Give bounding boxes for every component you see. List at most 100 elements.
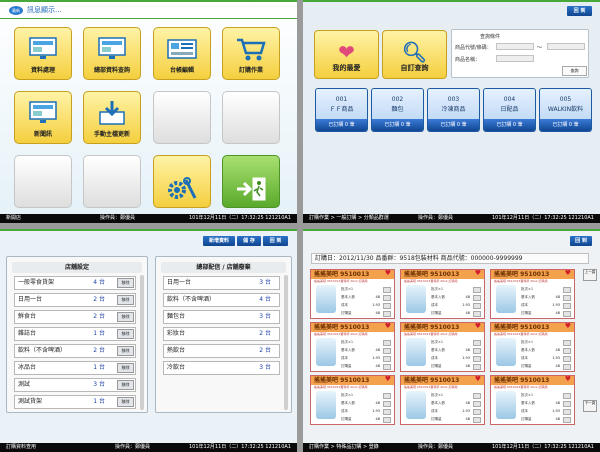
remove-button[interactable]: 移除 <box>117 295 134 305</box>
scrollbar[interactable] <box>284 275 288 410</box>
field-stepper-button[interactable] <box>563 401 571 407</box>
category-button-001[interactable]: 001 ＦＦ商品 已訂購 0 筆 <box>315 88 368 132</box>
back-button[interactable]: 回 到 <box>263 236 288 246</box>
field-stepper-button[interactable] <box>473 287 481 293</box>
field-stepper-button[interactable] <box>383 311 391 317</box>
remove-button[interactable]: 移除 <box>117 380 134 390</box>
field-stepper-button[interactable] <box>383 417 391 423</box>
save-button[interactable]: 儲 存 <box>237 236 261 246</box>
field-stepper-button[interactable] <box>383 401 391 407</box>
field-stepper-button[interactable] <box>563 409 571 415</box>
prev-page-button[interactable]: 上一頁 <box>583 269 597 281</box>
field-stepper-button[interactable] <box>563 348 571 354</box>
favorite-heart-icon[interactable]: ♥ <box>385 376 391 384</box>
next-page-button[interactable]: 下一頁 <box>583 400 597 412</box>
field-stepper-button[interactable] <box>383 340 391 346</box>
field-stepper-button[interactable] <box>473 393 481 399</box>
hq-shelf-row[interactable]: 彩妝台 2 台 <box>163 327 280 341</box>
hq-shelf-row[interactable]: 熱飲台 2 台 <box>163 344 280 358</box>
product-card[interactable]: 搖搖美吧 9510013 ♥ 搖搖美吧 9510013寶特杯 20oz 訂購用 批次×… <box>400 322 485 372</box>
field-stepper-button[interactable] <box>563 287 571 293</box>
field-stepper-button[interactable] <box>383 356 391 362</box>
hq-shelf-row[interactable]: 飲料（不含啤酒） 4 台 <box>163 293 280 307</box>
favorite-heart-icon[interactable]: ♥ <box>475 376 481 384</box>
shelf-row[interactable]: 一般零食貨架 4 台 移除 <box>14 276 136 290</box>
hq-shelf-row[interactable]: 日用一台 3 台 <box>163 276 280 290</box>
custom-search-button[interactable]: 🔍︎ 自訂查詢 <box>382 30 447 79</box>
shelf-row[interactable]: 飲料（不含啤酒） 2 台 移除 <box>14 344 136 358</box>
hq-shelf-row[interactable]: 麵包台 3 台 <box>163 310 280 324</box>
code-from-input[interactable] <box>496 43 534 50</box>
field-stepper-button[interactable] <box>473 417 481 423</box>
product-card[interactable]: 搖搖美吧 9510013 ♥ 搖搖美吧 9510013寶特杯 20oz 訂購用 批次×… <box>310 375 395 425</box>
query-search-button[interactable]: 查詢 <box>562 66 587 76</box>
field-stepper-button[interactable] <box>473 311 481 317</box>
menu-tile-monitor[interactable]: 資料處理 <box>14 27 72 80</box>
product-card[interactable]: 搖搖美吧 9510013 ♥ 搖搖美吧 9510013寶特杯 20oz 訂購用 批次×… <box>310 322 395 372</box>
category-button-003[interactable]: 003 冷凍商品 已訂購 0 筆 <box>427 88 480 132</box>
menu-tile-monitor[interactable]: 總部資料查詢 <box>83 27 141 80</box>
remove-button[interactable]: 移除 <box>117 397 134 407</box>
category-button-002[interactable]: 002 麵包 已訂購 0 筆 <box>371 88 424 132</box>
field-stepper-button[interactable] <box>383 287 391 293</box>
field-stepper-button[interactable] <box>473 401 481 407</box>
product-card[interactable]: 搖搖美吧 9510013 ♥ 搖搖美吧 9510013寶特杯 20oz 訂購用 批次×… <box>400 269 485 319</box>
favorite-heart-icon[interactable]: ♥ <box>565 376 571 384</box>
product-card[interactable]: 搖搖美吧 9510013 ♥ 搖搖美吧 9510013寶特杯 20oz 訂購用 批次×… <box>490 375 575 425</box>
product-card[interactable]: 搖搖美吧 9510013 ♥ 搖搖美吧 9510013寶特杯 20oz 訂購用 批次×… <box>490 322 575 372</box>
field-stepper-button[interactable] <box>473 409 481 415</box>
code-to-input[interactable] <box>547 43 585 50</box>
field-stepper-button[interactable] <box>383 295 391 301</box>
field-stepper-button[interactable] <box>563 393 571 399</box>
remove-button[interactable]: 移除 <box>117 363 134 373</box>
scrollbar[interactable] <box>140 275 144 410</box>
field-stepper-button[interactable] <box>473 303 481 309</box>
remove-button[interactable]: 移除 <box>117 346 134 356</box>
product-card[interactable]: 搖搖美吧 9510013 ♥ 搖搖美吧 9510013寶特杯 20oz 訂購用 批次×… <box>400 375 485 425</box>
menu-tile-monitor[interactable]: 新聞訊 <box>14 91 72 144</box>
shelf-row[interactable]: 測試 3 台 移除 <box>14 378 136 392</box>
shelf-row[interactable]: 測試貨架 1 台 移除 <box>14 395 136 409</box>
favorite-heart-icon[interactable]: ♥ <box>565 323 571 331</box>
menu-tile-cart[interactable]: 訂購作業 <box>222 27 280 80</box>
field-stepper-button[interactable] <box>473 295 481 301</box>
shelf-row[interactable]: 冰品台 1 台 移除 <box>14 361 136 375</box>
field-stepper-button[interactable] <box>473 364 481 370</box>
field-stepper-button[interactable] <box>383 303 391 309</box>
back-button[interactable]: 回 到 <box>570 236 592 246</box>
menu-tile-download[interactable]: 手動主檔更新 <box>83 91 141 144</box>
field-stepper-button[interactable] <box>473 340 481 346</box>
back-button[interactable]: 回 到 <box>567 6 592 16</box>
field-stepper-button[interactable] <box>563 417 571 423</box>
shelf-row[interactable]: 日用一台 2 台 移除 <box>14 293 136 307</box>
product-card[interactable]: 搖搖美吧 9510013 ♥ 搖搖美吧 9510013寶特杯 20oz 訂購用 批次×… <box>490 269 575 319</box>
favorites-button[interactable]: ❤ 我的最愛 <box>314 30 379 79</box>
category-button-004[interactable]: 004 日配品 已訂購 0 筆 <box>483 88 536 132</box>
field-stepper-button[interactable] <box>473 348 481 354</box>
field-stepper-button[interactable] <box>383 348 391 354</box>
message-notice[interactable]: 最新 訊息顯示... <box>9 5 62 15</box>
remove-button[interactable]: 移除 <box>117 329 134 339</box>
field-stepper-button[interactable] <box>383 393 391 399</box>
menu-tile-register[interactable]: 台帳編輯 <box>153 27 211 80</box>
menu-tile-gear-wrench[interactable] <box>153 155 211 208</box>
menu-tile-exit[interactable] <box>222 155 280 208</box>
favorite-heart-icon[interactable]: ♥ <box>385 270 391 278</box>
field-stepper-button[interactable] <box>383 364 391 370</box>
remove-button[interactable]: 移除 <box>117 312 134 322</box>
favorite-heart-icon[interactable]: ♥ <box>475 270 481 278</box>
favorite-heart-icon[interactable]: ♥ <box>385 323 391 331</box>
add-data-button[interactable]: 新增資料 <box>203 236 235 246</box>
field-stepper-button[interactable] <box>563 356 571 362</box>
field-stepper-button[interactable] <box>383 409 391 415</box>
field-stepper-button[interactable] <box>563 364 571 370</box>
remove-button[interactable]: 移除 <box>117 278 134 288</box>
name-input[interactable] <box>496 55 534 62</box>
field-stepper-button[interactable] <box>473 356 481 362</box>
shelf-row[interactable]: 鮮食台 2 台 移除 <box>14 310 136 324</box>
hq-shelf-row[interactable]: 冷飲台 3 台 <box>163 361 280 375</box>
product-card[interactable]: 搖搖美吧 9510013 ♥ 搖搖美吧 9510013寶特杯 20oz 訂購用 批次×… <box>310 269 395 319</box>
field-stepper-button[interactable] <box>563 311 571 317</box>
shelf-row[interactable]: 雜誌台 1 台 移除 <box>14 327 136 341</box>
favorite-heart-icon[interactable]: ♥ <box>475 323 481 331</box>
